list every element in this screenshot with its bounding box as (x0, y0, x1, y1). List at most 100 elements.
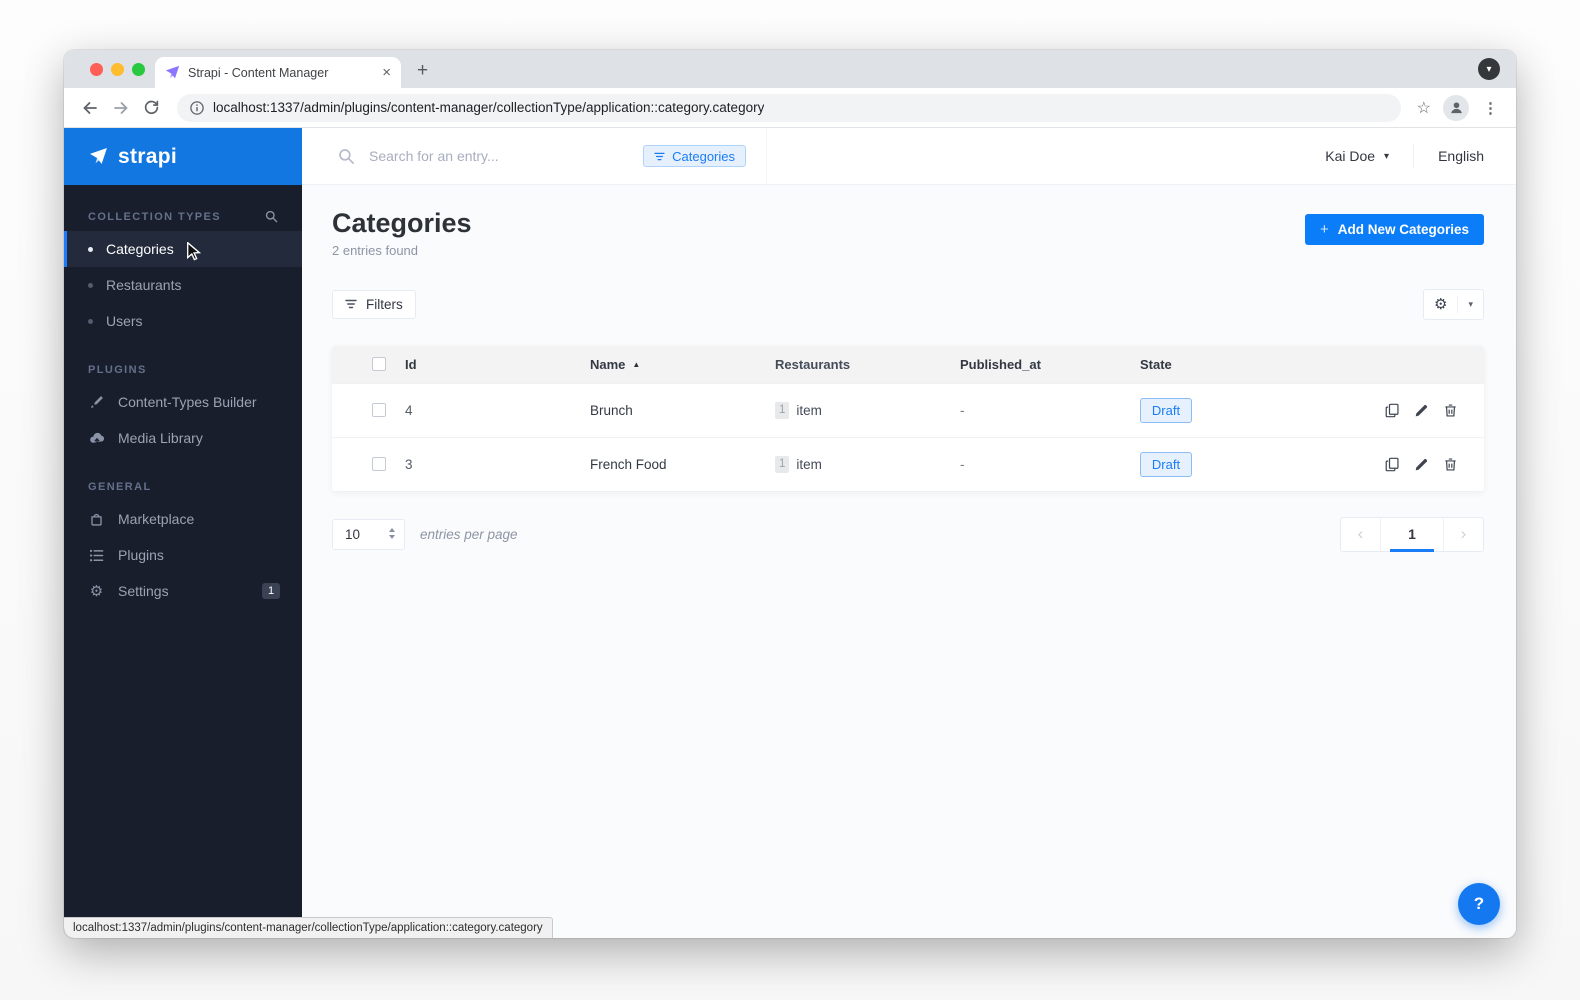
cell-published-at: - (960, 456, 965, 472)
column-header-id[interactable]: Id (400, 357, 585, 372)
user-menu[interactable]: Kai Doe ▾ (1325, 148, 1389, 164)
sidebar-item-content-types-builder[interactable]: Content-Types Builder (64, 384, 302, 420)
desktop-background: Strapi - Content Manager × + ▾ localhost… (0, 0, 1580, 1000)
search-icon[interactable] (265, 210, 278, 223)
sidebar-item-label: Users (106, 313, 143, 329)
table-row[interactable]: 3 French Food 1 item - Draft (332, 436, 1484, 491)
duplicate-icon[interactable] (1385, 403, 1400, 418)
row-checkbox[interactable] (372, 403, 386, 418)
sidebar-item-marketplace[interactable]: Marketplace (64, 501, 302, 537)
help-button[interactable]: ? (1458, 883, 1500, 925)
sidebar: strapi COLLECTION TYPES Categories Resta… (64, 128, 302, 938)
chip-label: Categories (672, 148, 735, 164)
sidebar-item-label: Settings (118, 583, 169, 599)
filters-button[interactable]: Filters (332, 289, 416, 319)
sidebar-item-users[interactable]: Users (64, 303, 302, 339)
column-header-restaurants[interactable]: Restaurants (770, 357, 955, 372)
next-page-icon[interactable]: › (1444, 518, 1483, 551)
plus-icon: + (1319, 221, 1329, 238)
browser-profile-avatar[interactable] (1443, 94, 1469, 121)
section-general: GENERAL Marketplace Plugins ⚙ Settings 1 (64, 481, 302, 609)
sidebar-item-restaurants[interactable]: Restaurants (64, 267, 302, 303)
sidebar-item-label: Media Library (118, 430, 203, 446)
section-collection-types: COLLECTION TYPES Categories Restaurants (64, 210, 302, 339)
strapi-logo-icon (89, 147, 108, 166)
row-checkbox[interactable] (372, 457, 386, 472)
per-page-value: 10 (345, 526, 361, 542)
count-badge: 1 (775, 455, 790, 473)
entries-table: Id Name ▲ Restaurants Published_at State (332, 345, 1484, 491)
new-tab-button[interactable]: + (417, 60, 428, 88)
delete-icon[interactable] (1443, 457, 1458, 472)
select-all-checkbox[interactable] (372, 357, 386, 372)
browser-menu-icon[interactable]: ⋮ (1483, 99, 1498, 117)
window-controls (90, 63, 145, 76)
stepper-icon (389, 527, 395, 539)
per-page-control: 10 entries per page (332, 518, 518, 550)
question-mark-icon: ? (1473, 894, 1485, 913)
sidebar-item-settings[interactable]: ⚙ Settings 1 (64, 573, 302, 609)
edit-icon[interactable] (1414, 403, 1429, 418)
filters-label: Filters (366, 296, 403, 312)
table-toolbar: Filters ⚙ ▾ (332, 288, 1484, 320)
cell-restaurants: 1 item (770, 455, 955, 473)
site-info-icon[interactable] (190, 100, 204, 115)
per-page-label: entries per page (420, 526, 518, 542)
table-settings-button[interactable]: ⚙ ▾ (1423, 288, 1484, 320)
add-new-categories-button[interactable]: + Add New Categories (1304, 214, 1484, 245)
search-input[interactable] (369, 148, 630, 164)
cell-published-at: - (960, 402, 965, 418)
forward-icon[interactable] (107, 94, 134, 121)
strapi-logo[interactable]: strapi (64, 128, 302, 185)
address-bar[interactable]: localhost:1337/admin/plugins/content-man… (177, 93, 1401, 122)
sidebar-item-media-library[interactable]: Media Library (64, 420, 302, 456)
shopping-basket-icon (88, 512, 105, 527)
collection-filter-chip[interactable]: Categories (643, 145, 746, 167)
delete-icon[interactable] (1443, 403, 1458, 418)
chevron-down-icon: ▾ (1468, 298, 1473, 309)
edit-icon[interactable] (1414, 457, 1429, 472)
duplicate-icon[interactable] (1385, 457, 1400, 472)
section-title: PLUGINS (88, 364, 147, 376)
cell-name: Brunch (590, 402, 633, 418)
browser-tab[interactable]: Strapi - Content Manager × (155, 57, 401, 88)
chevron-down-icon: ▾ (1384, 150, 1390, 162)
column-header-state[interactable]: State (1135, 357, 1295, 372)
active-page-indicator (1390, 548, 1434, 552)
tab-close-icon[interactable]: × (382, 65, 391, 80)
search-icon (338, 148, 355, 165)
cell-restaurants: 1 item (770, 401, 955, 419)
paint-roller-icon (88, 395, 105, 410)
tab-title: Strapi - Content Manager (188, 65, 329, 80)
mouse-cursor (186, 241, 203, 266)
topbar: Categories Kai Doe ▾ English (302, 128, 1516, 185)
strapi-logo-text: strapi (118, 144, 177, 168)
reload-icon[interactable] (138, 94, 165, 121)
close-window-button[interactable] (90, 63, 103, 76)
language-selector[interactable]: English (1438, 148, 1484, 164)
sidebar-item-categories[interactable]: Categories (64, 231, 302, 267)
count-unit: item (796, 402, 822, 418)
zoom-window-button[interactable] (132, 63, 145, 76)
section-title: COLLECTION TYPES (88, 210, 222, 223)
back-icon[interactable] (76, 94, 103, 121)
main-area: Categories Kai Doe ▾ English (302, 128, 1516, 938)
gear-icon: ⚙ (89, 583, 104, 600)
browser-toolbar: localhost:1337/admin/plugins/content-man… (64, 88, 1516, 128)
bookmark-star-icon[interactable]: ☆ (1417, 98, 1431, 118)
current-page[interactable]: 1 (1381, 518, 1443, 552)
column-header-published-at[interactable]: Published_at (955, 357, 1135, 372)
previous-page-icon[interactable]: ‹ (1341, 518, 1380, 551)
downloads-button[interactable]: ▾ (1478, 58, 1500, 80)
per-page-select[interactable]: 10 (332, 518, 405, 550)
filter-icon (654, 152, 665, 161)
table-row[interactable]: 4 Brunch 1 item - Draft (332, 382, 1484, 437)
sidebar-item-plugins[interactable]: Plugins (64, 537, 302, 573)
minimize-window-button[interactable] (111, 63, 124, 76)
url-text[interactable]: localhost:1337/admin/plugins/content-man… (213, 100, 764, 115)
browser-tab-strip: Strapi - Content Manager × + ▾ (64, 50, 1516, 88)
column-header-name[interactable]: Name ▲ (585, 357, 770, 372)
row-actions (1295, 457, 1484, 472)
page-title: Categories (332, 208, 472, 238)
bullet-icon (88, 282, 93, 288)
